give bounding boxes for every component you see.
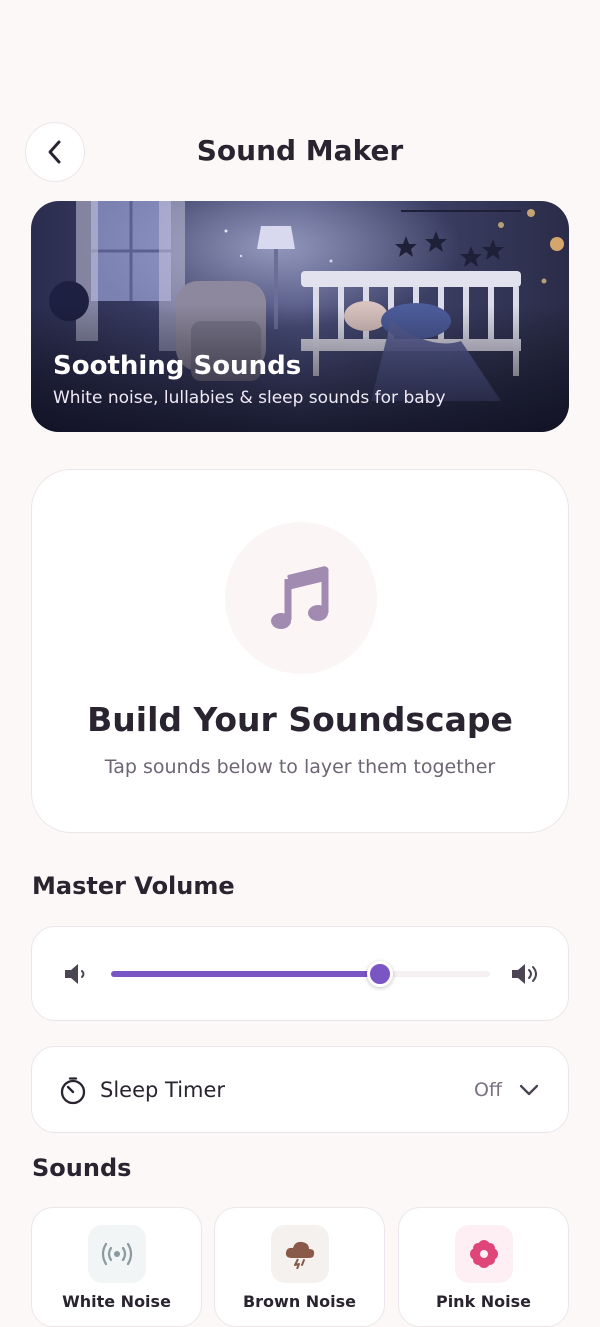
chevron-down-icon xyxy=(519,1084,539,1096)
sound-label: Brown Noise xyxy=(242,1292,357,1311)
music-note-badge xyxy=(225,522,377,674)
header: Sound Maker xyxy=(0,122,600,184)
soundscape-card: Build Your Soundscape Tap sounds below t… xyxy=(31,469,569,833)
broadcast-icon xyxy=(101,1242,133,1266)
volume-slider-fill xyxy=(111,971,381,977)
sound-label: Pink Noise xyxy=(435,1292,532,1311)
sound-label: White Noise xyxy=(62,1292,171,1311)
hero-subtitle: White noise, lullabies & sleep sounds fo… xyxy=(53,388,446,408)
music-note-icon xyxy=(271,566,329,629)
sleep-timer-value: Off xyxy=(473,1079,502,1101)
soundscape-title: Build Your Soundscape xyxy=(87,700,513,739)
sleep-timer-label: Sleep Timer xyxy=(100,1078,226,1102)
hero-title: Soothing Sounds xyxy=(53,351,302,381)
timer-icon xyxy=(60,1077,86,1105)
sound-icon-box xyxy=(271,1225,329,1283)
flower-icon xyxy=(470,1240,498,1268)
volume-low-icon[interactable] xyxy=(63,961,89,987)
volume-slider-thumb[interactable] xyxy=(367,961,394,987)
page-title: Sound Maker xyxy=(196,134,404,167)
volume-slider[interactable] xyxy=(111,961,490,987)
master-volume-card xyxy=(31,926,569,1021)
sound-card-brown-noise[interactable]: Brown Noise xyxy=(214,1207,385,1327)
sound-icon-box xyxy=(455,1225,513,1283)
storm-cloud-icon xyxy=(285,1241,315,1269)
sound-card-white-noise[interactable]: White Noise xyxy=(31,1207,202,1327)
sounds-title: Sounds xyxy=(32,1154,132,1182)
sound-icon-box xyxy=(88,1225,146,1283)
sleep-timer-dropdown[interactable]: Sleep Timer Off xyxy=(31,1046,569,1133)
master-volume-title: Master Volume xyxy=(32,872,235,900)
hero-banner: Soothing Sounds White noise, lullabies &… xyxy=(31,201,569,432)
volume-high-icon[interactable] xyxy=(510,961,542,987)
soundscape-subtitle: Tap sounds below to layer them together xyxy=(104,756,496,778)
sound-card-pink-noise[interactable]: Pink Noise xyxy=(398,1207,569,1327)
